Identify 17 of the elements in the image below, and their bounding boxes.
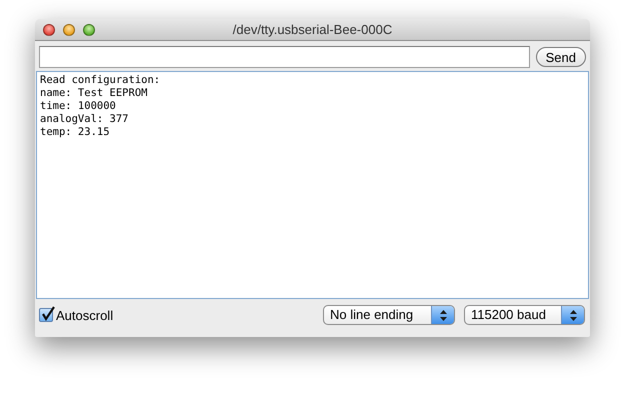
- line-ending-dropdown[interactable]: No line ending: [323, 305, 455, 325]
- zoom-button[interactable]: [83, 24, 95, 36]
- send-button[interactable]: Send: [536, 47, 586, 67]
- output-line: name: Test EEPROM: [40, 87, 148, 100]
- window-title: /dev/tty.usbserial-Bee-000C: [232, 20, 392, 39]
- output-line: time: 100000: [40, 100, 116, 113]
- output-line: Read configuration:: [40, 74, 160, 87]
- up-down-arrows-icon: [570, 310, 576, 320]
- message-input-field[interactable]: [39, 46, 530, 68]
- up-down-arrows-icon: [440, 310, 446, 320]
- autoscroll-checkbox[interactable]: [39, 308, 53, 322]
- minimize-button[interactable]: [63, 24, 75, 36]
- output-line: analogVal: 377: [40, 113, 129, 126]
- baud-rate-dropdown[interactable]: 115200 baud: [464, 305, 585, 325]
- close-button[interactable]: [43, 24, 55, 36]
- output-line: temp: 23.15: [40, 126, 110, 139]
- autoscroll-label: Autoscroll: [56, 308, 114, 322]
